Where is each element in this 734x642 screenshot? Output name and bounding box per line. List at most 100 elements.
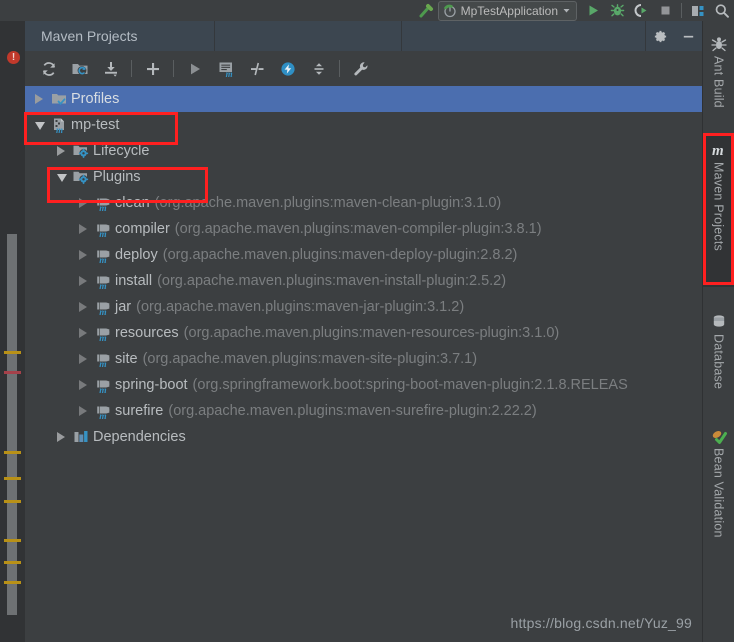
editor-gutter-stripe: ! (0, 21, 25, 642)
expand-arrow-icon[interactable] (79, 275, 88, 286)
maven-plugin-icon: m (95, 325, 111, 344)
plus-icon[interactable] (137, 53, 168, 84)
folder-refresh-icon[interactable] (64, 53, 95, 84)
expand-arrow-icon[interactable] (79, 301, 88, 312)
toolbar-separator (173, 60, 174, 77)
expand-arrow-icon[interactable] (57, 431, 66, 442)
tree-row-resources[interactable]: m resources (org.apache.maven.plugins:mav… (25, 320, 702, 346)
tree-row-site[interactable]: m site (org.apache.maven.plugins:maven-si… (25, 346, 702, 372)
gutter-marker[interactable] (4, 581, 21, 584)
expand-arrow-icon[interactable] (79, 353, 88, 364)
minimize-icon[interactable] (674, 21, 702, 51)
download-icon[interactable] (95, 53, 126, 84)
sidebar-item-maven-projects[interactable]: m Maven Projects (703, 135, 734, 287)
gutter-marker[interactable] (4, 539, 21, 542)
tree-row-deploy[interactable]: m deploy (org.apache.maven.plugins:maven-… (25, 242, 702, 268)
svg-text:m: m (99, 360, 106, 367)
error-indicator-badge[interactable]: ! (7, 51, 20, 64)
tree-row-label: clean (115, 195, 150, 211)
tree-row-jar[interactable]: m jar (org.apache.maven.plugins:maven-jar… (25, 294, 702, 320)
expand-arrow-icon[interactable] (79, 249, 88, 260)
gutter-marker[interactable] (4, 561, 21, 564)
maven-plugin-icon: m (95, 273, 111, 292)
make-project-icon[interactable] (414, 0, 438, 21)
ant-icon (710, 35, 728, 53)
tree-row-profiles[interactable]: Profiles (25, 86, 702, 112)
skip-tests-icon[interactable] (241, 53, 272, 84)
tree-row-label: Dependencies (93, 429, 186, 445)
collapse-arrow-icon[interactable] (35, 121, 45, 130)
svg-text:m: m (56, 125, 63, 133)
collapse-icon[interactable] (303, 53, 334, 84)
tree-row-coordinates: (org.apache.maven.plugins:maven-resource… (183, 325, 560, 341)
debug-icon[interactable] (605, 0, 629, 21)
expand-arrow-icon[interactable] (57, 145, 66, 156)
tree-row-coordinates: (org.springframework.boot:spring-boot-ma… (192, 377, 628, 393)
gutter-scrollbar-thumb[interactable] (7, 234, 17, 615)
expand-arrow-icon[interactable] (79, 327, 88, 338)
maven-plugin-icon: m (95, 221, 111, 240)
tree-row-label: install (115, 273, 153, 289)
tree-row-coordinates: (org.apache.maven.plugins:maven-site-plu… (142, 351, 478, 367)
maven-projects-tree[interactable]: Profiles m mp-test Lifecycle Plugins m c… (25, 86, 702, 642)
search-everywhere-icon[interactable] (710, 0, 734, 21)
expand-arrow-icon[interactable] (79, 405, 88, 416)
svg-text:m: m (99, 204, 106, 211)
run-icon[interactable] (581, 0, 605, 21)
run-with-coverage-icon[interactable] (629, 0, 653, 21)
expand-arrow-icon[interactable] (79, 223, 88, 234)
tree-row-mp-test[interactable]: m mp-test (25, 112, 702, 138)
svg-text:m: m (99, 282, 106, 289)
database-icon (710, 313, 728, 331)
tree-row-spring-boot[interactable]: m spring-boot (org.springframework.boot:s… (25, 372, 702, 398)
tree-row-label: mp-test (71, 117, 120, 133)
tree-row-clean[interactable]: m clean (org.apache.maven.plugins:maven-c… (25, 190, 702, 216)
gutter-marker[interactable] (4, 500, 21, 503)
tree-row-label: site (115, 351, 138, 367)
tool-window-header: Maven Projects (25, 21, 702, 51)
tree-row-plugins[interactable]: Plugins (25, 164, 702, 190)
sidebar-item-label: Ant Build (711, 56, 726, 108)
error-badge-label: ! (11, 51, 16, 63)
stop-icon[interactable] (653, 0, 677, 21)
tree-row-label: spring-boot (115, 377, 188, 393)
maven-goal-icon[interactable]: m (210, 53, 241, 84)
gutter-marker[interactable] (4, 351, 21, 354)
right-tool-window-bar: Ant Build m Maven Projects Database Bean… (702, 21, 734, 642)
svg-text:m: m (99, 308, 106, 315)
tree-row-dependencies[interactable]: Dependencies (25, 424, 702, 450)
sidebar-item-label: Bean Validation (711, 448, 726, 538)
tree-row-label: jar (115, 299, 132, 315)
toolbar-separator (339, 60, 340, 77)
run-configuration-selector[interactable]: MpTestApplication (437, 0, 577, 21)
expand-arrow-icon[interactable] (35, 93, 44, 104)
tree-row-compiler[interactable]: m compiler (org.apache.maven.plugins:mave… (25, 216, 702, 242)
gutter-marker[interactable] (4, 451, 21, 454)
folder-gear-icon (73, 169, 89, 185)
reload-icon[interactable] (33, 53, 64, 84)
play-icon[interactable] (179, 53, 210, 84)
svg-text:m: m (712, 143, 724, 159)
tree-row-install[interactable]: m install (org.apache.maven.plugins:maven… (25, 268, 702, 294)
sidebar-item-database[interactable]: Database (703, 307, 734, 403)
tree-row-surefire[interactable]: m surefire (org.apache.maven.plugins:mave… (25, 398, 702, 424)
collapse-arrow-icon[interactable] (57, 173, 67, 182)
maven-plugin-icon: m (95, 403, 111, 422)
layout-icon[interactable] (686, 0, 710, 21)
sidebar-item-bean-validation[interactable]: Bean Validation (703, 421, 734, 549)
expand-arrow-icon[interactable] (79, 379, 88, 390)
gear-icon[interactable] (646, 21, 674, 51)
wrench-icon[interactable] (345, 53, 376, 84)
folder-gear-icon (73, 143, 89, 159)
tree-row-coordinates: (org.apache.maven.plugins:maven-surefire… (168, 403, 537, 419)
offline-icon[interactable] (272, 53, 303, 84)
tool-window-title: Maven Projects (41, 28, 138, 44)
sidebar-item-ant-build[interactable]: Ant Build (703, 29, 734, 111)
maven-m-icon: m (710, 141, 728, 159)
gutter-marker[interactable] (4, 477, 21, 480)
expand-arrow-icon[interactable] (79, 197, 88, 208)
tab-maven-projects[interactable]: Maven Projects (25, 21, 215, 51)
gutter-marker[interactable] (4, 371, 21, 374)
tree-row-lifecycle[interactable]: Lifecycle (25, 138, 702, 164)
chevron-down-icon[interactable] (562, 6, 571, 15)
